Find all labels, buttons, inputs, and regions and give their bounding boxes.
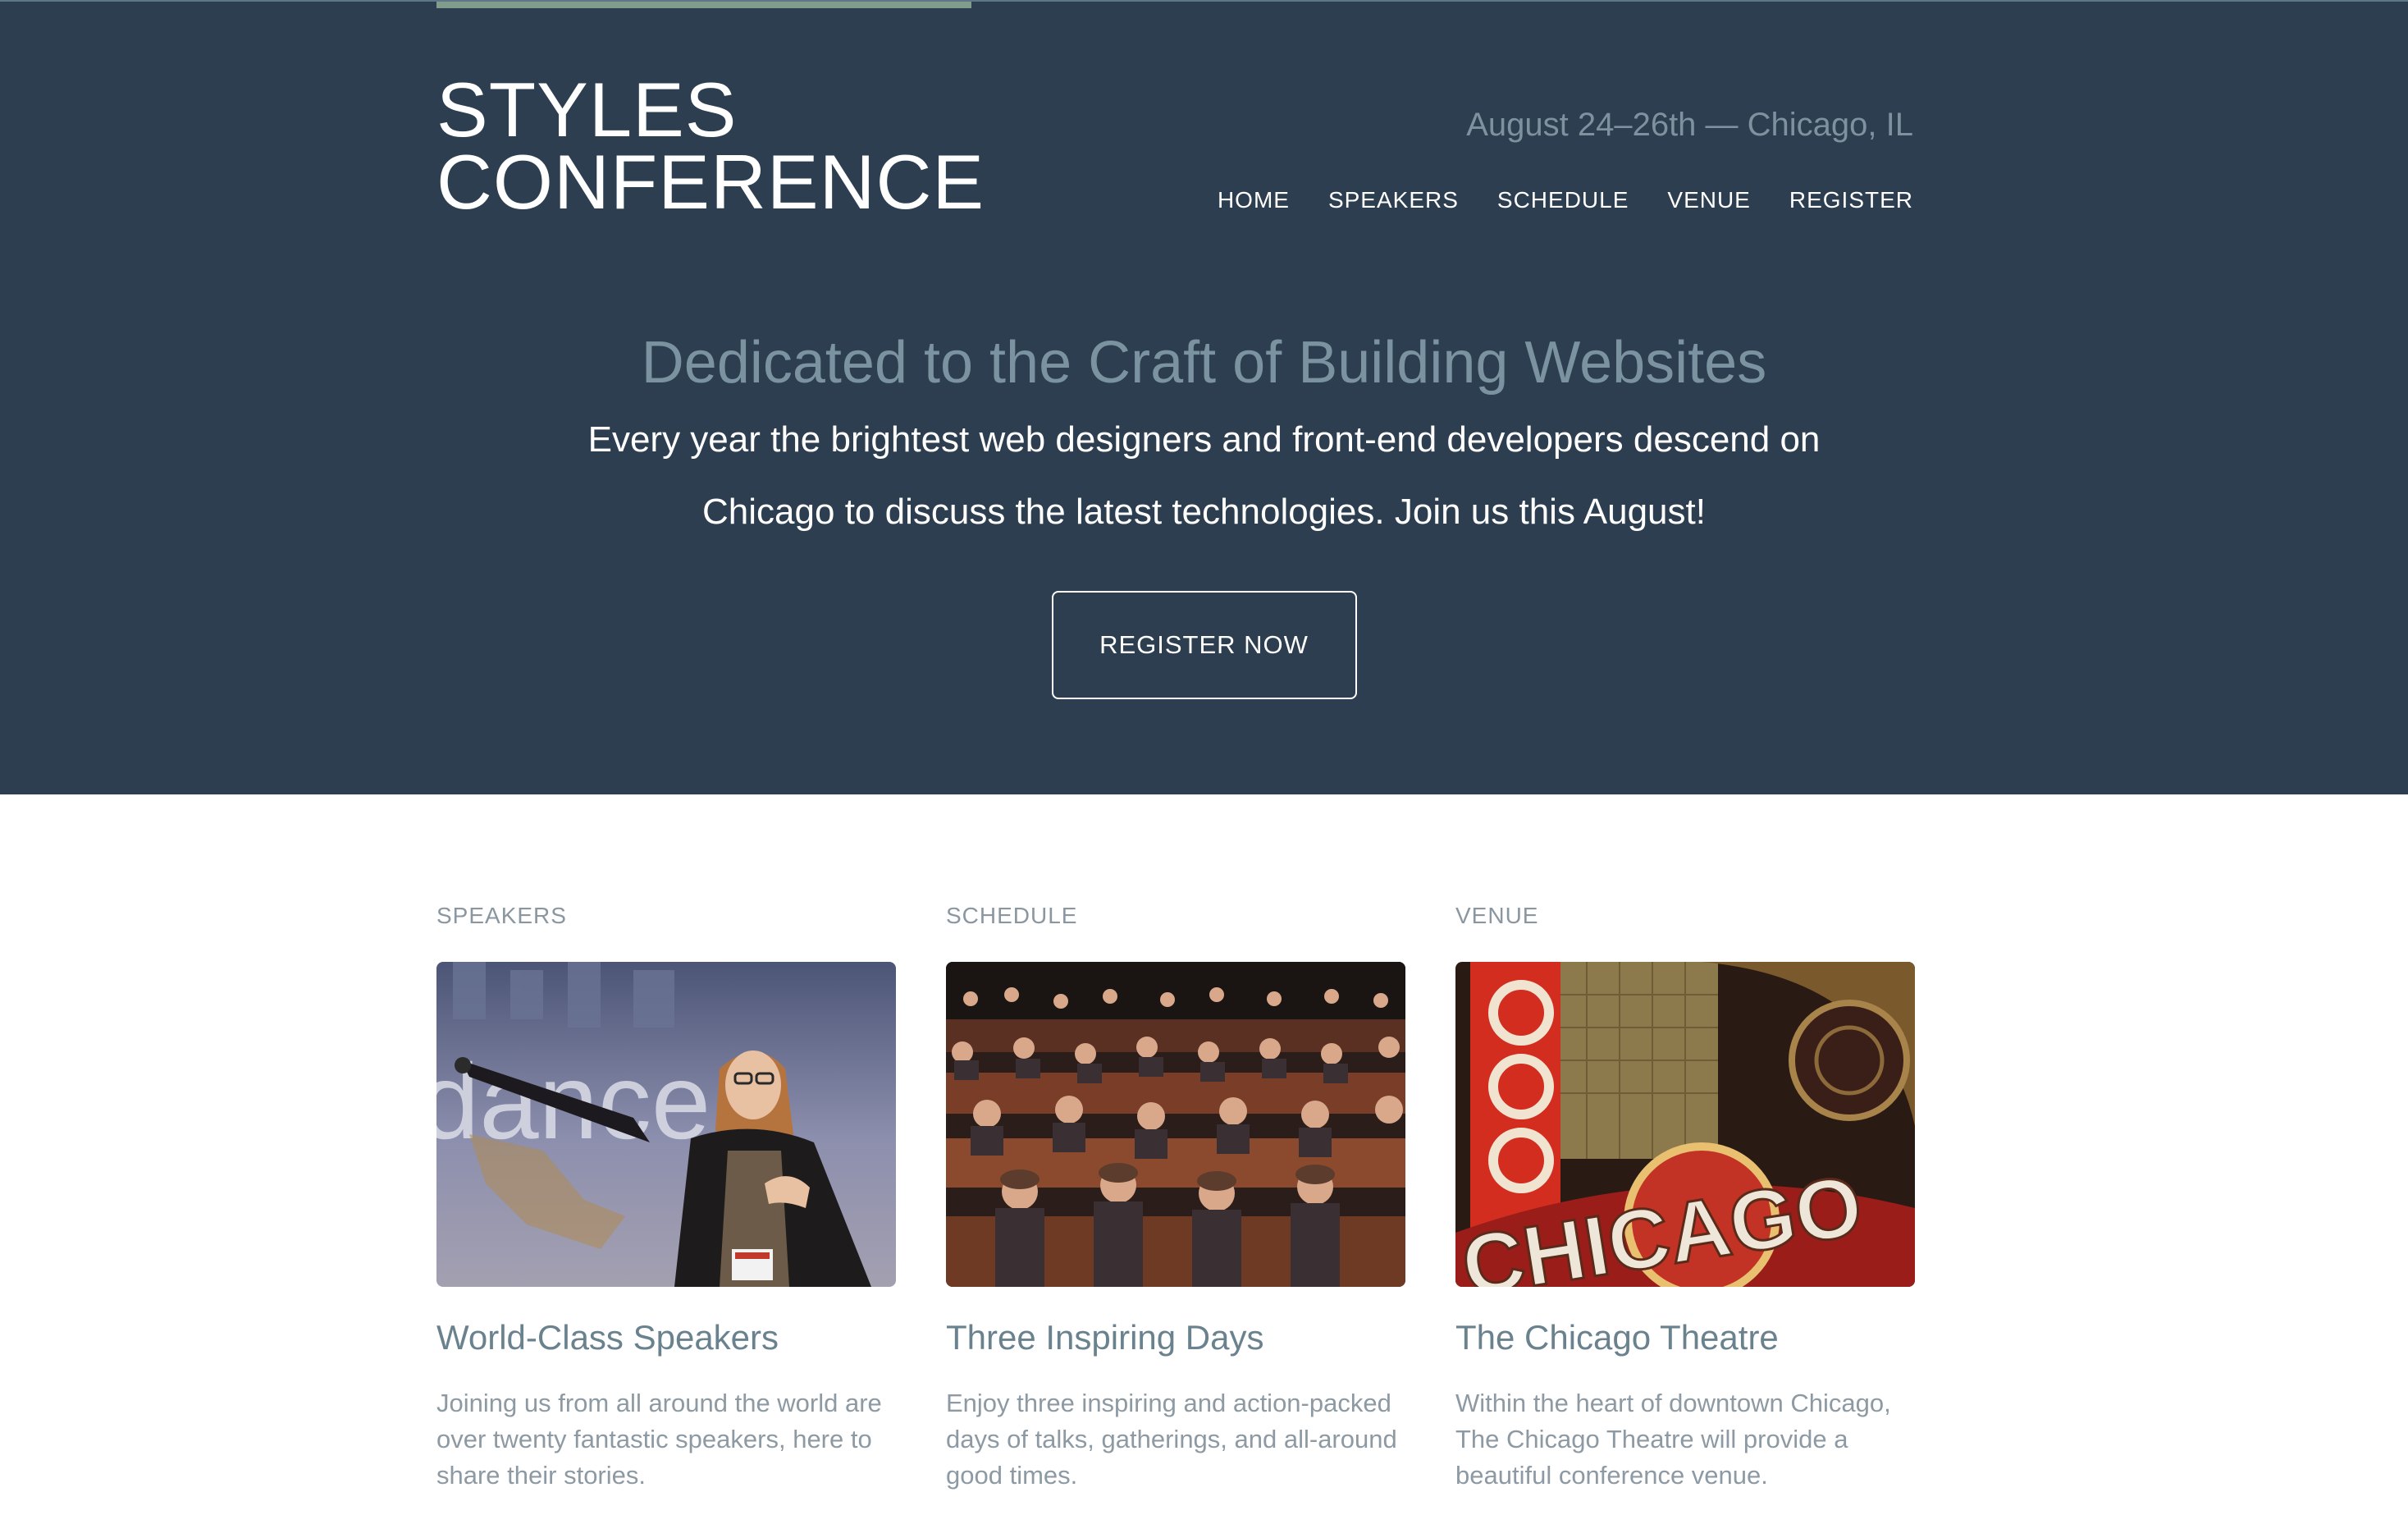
hero: Dedicated to the Craft of Building Websi… bbox=[0, 322, 2408, 699]
card-text: Joining us from all around the world are… bbox=[436, 1389, 882, 1490]
card-text: Within the heart of downtown Chicago, Th… bbox=[1455, 1389, 1891, 1490]
site-logo[interactable]: STYLES CONFERENCE bbox=[436, 66, 985, 225]
venue-photo[interactable]: CHICAGO bbox=[1455, 962, 1915, 1287]
register-now-button[interactable]: REGISTER NOW bbox=[1051, 591, 1357, 699]
speaker-photo[interactable]: dance bbox=[436, 962, 896, 1287]
audience-photo-illustration bbox=[946, 962, 1405, 1287]
audience-photo[interactable] bbox=[946, 962, 1405, 1287]
hero-text-line-2: Chicago to discuss the latest technologi… bbox=[702, 492, 1706, 532]
main-nav: HOME SPEAKERS SCHEDULE VENUE REGISTER bbox=[1218, 187, 1913, 213]
card-label: SCHEDULE bbox=[946, 903, 1078, 928]
feature-sections: SPEAKERS dance bbox=[436, 903, 1915, 1494]
site-header: STYLES CONFERENCE August 24–26th — Chica… bbox=[0, 0, 2408, 794]
card-title: The Chicago Theatre bbox=[1455, 1318, 1779, 1357]
schedule-card: SCHEDULE Three Inspiring Days Enjoy thre… bbox=[946, 903, 1405, 1494]
nav-register[interactable]: REGISTER bbox=[1789, 187, 1913, 213]
card-title: World-Class Speakers bbox=[436, 1318, 779, 1357]
venue-photo-illustration: CHICAGO bbox=[1455, 962, 1915, 1287]
card-label: SPEAKERS bbox=[436, 903, 567, 928]
top-accent-bar bbox=[436, 2, 971, 8]
hero-text-line-1: Every year the brightest web designers a… bbox=[587, 419, 1821, 460]
nav-venue[interactable]: VENUE bbox=[1667, 187, 1750, 213]
event-date-location: August 24–26th — Chicago, IL bbox=[1466, 107, 1913, 143]
nav-schedule[interactable]: SCHEDULE bbox=[1497, 187, 1629, 213]
hero-description: Every year the brightest web designers a… bbox=[548, 404, 1861, 548]
nav-home[interactable]: HOME bbox=[1218, 187, 1290, 213]
logo-line-2: CONFERENCE bbox=[436, 139, 985, 225]
nav-speakers[interactable]: SPEAKERS bbox=[1328, 187, 1459, 213]
card-title: Three Inspiring Days bbox=[946, 1318, 1264, 1357]
speakers-card: SPEAKERS dance bbox=[436, 903, 896, 1494]
speaker-photo-illustration: dance bbox=[436, 962, 896, 1287]
venue-card: VENUE CHICAGO The Chicago Theatre Within… bbox=[1455, 903, 1915, 1494]
logo-line-1: STYLES bbox=[436, 66, 738, 153]
hero-title: Dedicated to the Craft of Building Websi… bbox=[641, 330, 1767, 396]
card-text: Enjoy three inspiring and action-packed … bbox=[946, 1389, 1397, 1490]
card-label: VENUE bbox=[1455, 903, 1539, 928]
